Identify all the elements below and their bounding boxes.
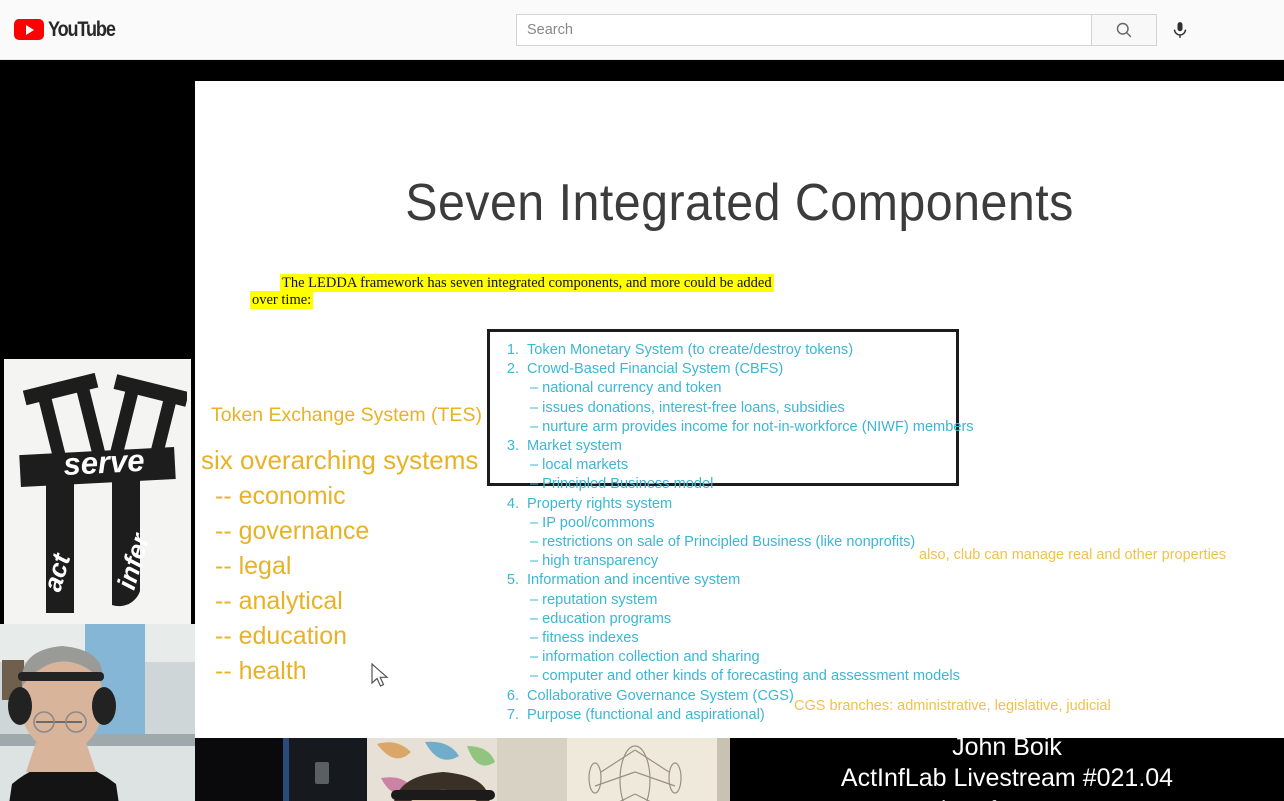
item-text: Token Monetary System (to create/destroy… — [527, 342, 854, 358]
video-player[interactable]: serve act infer Seven Integrated Compone… — [0, 60, 1284, 801]
search-icon — [1116, 22, 1132, 38]
youtube-play-icon — [14, 19, 44, 40]
sub-item: – Principled Business model — [530, 476, 714, 493]
item-text: Market system — [527, 438, 622, 455]
search-input[interactable]: Search — [516, 14, 1091, 46]
intro-line-2: over time: — [250, 291, 314, 309]
list-item: 1. Token Monetary System (to create/destr… — [495, 341, 1284, 360]
item-text: Information and incentive system — [527, 572, 741, 589]
stream-info-overlay: John Boik ActInfLab Livestream #021.04 A… — [730, 732, 1284, 801]
item-number: 4. — [506, 495, 519, 512]
six-system-item-health: -- health — [215, 657, 307, 685]
sub-item: – education programs — [530, 610, 672, 627]
list-item: 3. Market system — [495, 437, 1284, 456]
blank-black-panel — [4, 81, 191, 359]
item-number: 3. — [506, 438, 519, 455]
search-bar: Search — [516, 14, 1157, 46]
sub-item: – national currency and token — [530, 380, 722, 397]
slide-intro-text: The LEDDA framework has seven integrated… — [250, 274, 910, 309]
act-serve-infer-pi-logo-icon: serve act infer — [19, 372, 187, 613]
six-system-item-economic: -- economic — [215, 482, 346, 510]
youtube-watch-page: YouTube Search serve act infer Seven Int… — [0, 0, 1284, 801]
item-text: Property rights system — [527, 495, 673, 512]
stream-website: ActiveInference.org — [730, 794, 1284, 801]
stream-series-title: ActInfLab Livestream #021.04 — [840, 764, 1174, 792]
list-item: 4. Property rights system — [495, 495, 1284, 514]
presentation-slide: Seven Integrated Components The LEDDA fr… — [195, 81, 1284, 738]
intro-line-1: The LEDDA framework has seven integrated… — [280, 274, 774, 292]
note-properties-annotation: also, club can manage real and other pro… — [919, 547, 1227, 563]
sub-item: – information collection and sharing — [530, 649, 760, 666]
note-cgs-branches-annotation: CGS branches: administrative, legislativ… — [794, 698, 1111, 714]
stream-speaker-name: John Boik — [952, 733, 1062, 761]
six-system-item-education: -- education — [215, 622, 348, 650]
search-placeholder: Search — [527, 22, 573, 38]
tes-annotation: Token Exchange System (TES) — [211, 404, 482, 426]
youtube-logo-text: YouTube — [48, 17, 116, 41]
list-item: 2. Crowd-Based Financial System (CBFS) — [495, 360, 1284, 379]
sub-item: – local markets — [530, 457, 629, 474]
webcam-feed-left — [0, 624, 195, 801]
six-system-item-governance: -- governance — [215, 517, 370, 545]
sub-item: – computer and other kinds of forecastin… — [530, 668, 960, 685]
sub-item: – IP pool/commons — [530, 514, 655, 531]
webcam-feed-right — [195, 738, 730, 801]
search-button[interactable] — [1091, 14, 1157, 46]
youtube-logo[interactable]: YouTube — [14, 18, 126, 42]
mouse-pointer-icon — [371, 663, 389, 687]
screenshare-left-column: serve act infer — [0, 81, 195, 801]
microphone-icon — [1173, 22, 1187, 38]
actinf-logo-card: serve act infer — [4, 359, 191, 624]
item-number: 1. — [506, 342, 519, 358]
sub-item: – nurture arm provides income for not-in… — [530, 418, 974, 435]
item-number: 5. — [506, 572, 519, 589]
six-system-item-legal: -- legal — [215, 552, 292, 580]
voice-search-button[interactable] — [1163, 14, 1197, 46]
sub-item: – fitness indexes — [530, 630, 639, 647]
list-item: 5. Information and incentive system — [495, 571, 1284, 590]
six-overarching-systems-header: six overarching systems — [201, 445, 479, 475]
components-list: 1. Token Monetary System (to create/destr… — [495, 341, 1284, 725]
item-text: Collaborative Governance System (CGS) — [527, 687, 794, 704]
item-number: 7. — [506, 706, 519, 723]
item-number: 2. — [506, 361, 519, 378]
slide-title: Seven Integrated Components — [405, 174, 1074, 232]
item-number: 6. — [506, 687, 519, 704]
six-system-item-analytical: -- analytical — [215, 587, 343, 615]
sub-item: – issues donations, interest-free loans,… — [530, 399, 845, 416]
logo-word-serve: serve — [63, 443, 146, 482]
item-text: Crowd-Based Financial System (CBFS) — [527, 361, 784, 378]
sub-item: – reputation system — [530, 591, 658, 608]
item-text: Purpose (functional and aspirational) — [527, 706, 765, 723]
youtube-masthead: YouTube Search — [0, 0, 1284, 60]
